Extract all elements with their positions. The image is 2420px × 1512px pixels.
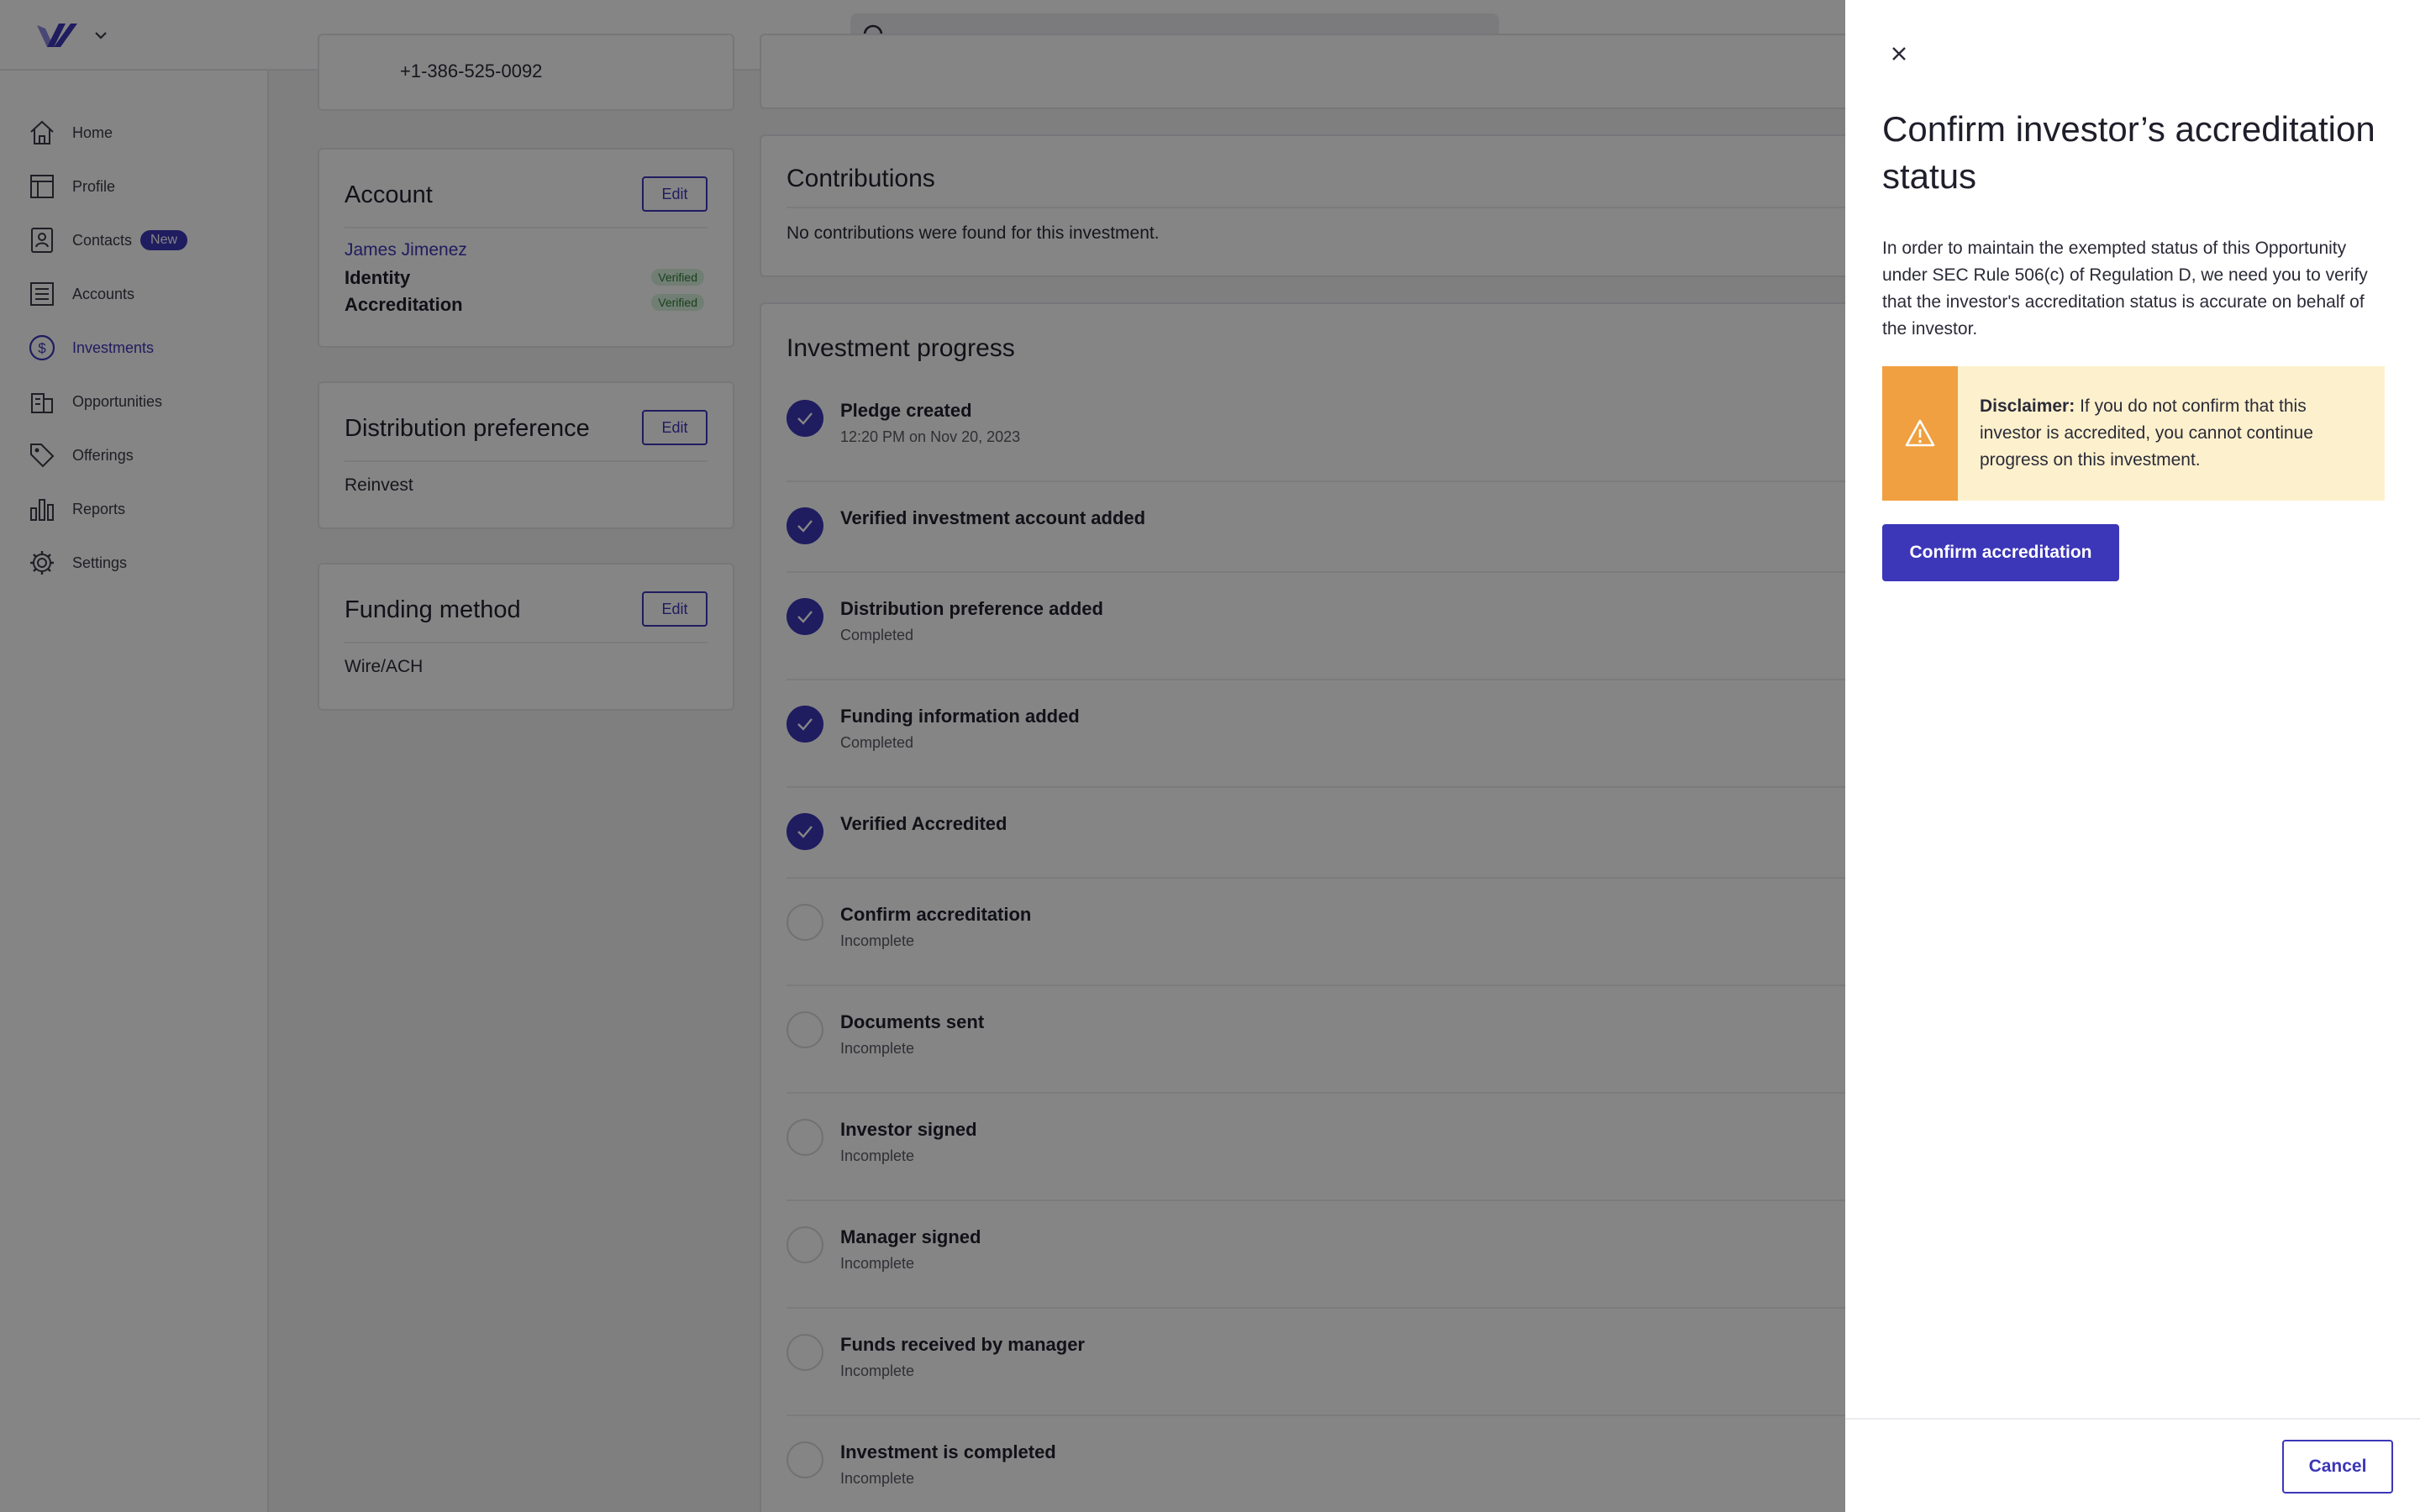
drawer-title: Confirm investor’s accreditation status — [1882, 109, 2375, 196]
confirm-accreditation-button[interactable]: Confirm accreditation — [1882, 524, 2119, 581]
warning-stripe — [1882, 366, 1958, 501]
confirm-accreditation-drawer: Confirm investor’s accreditation status … — [1845, 0, 2420, 1512]
cancel-button[interactable]: Cancel — [2282, 1440, 2393, 1494]
modal-backdrop[interactable] — [0, 0, 1845, 1512]
disclaimer-box: Disclaimer: If you do not confirm that t… — [1882, 366, 2385, 501]
drawer-footer: Cancel — [1845, 1418, 2420, 1512]
disclaimer-label: Disclaimer: — [1980, 396, 2075, 416]
close-icon[interactable] — [1886, 40, 1912, 67]
warning-icon — [1905, 419, 1935, 447]
drawer-body-text: In order to maintain the exempted status… — [1882, 239, 2368, 339]
disclaimer-text: Disclaimer: If you do not confirm that t… — [1980, 393, 2358, 474]
